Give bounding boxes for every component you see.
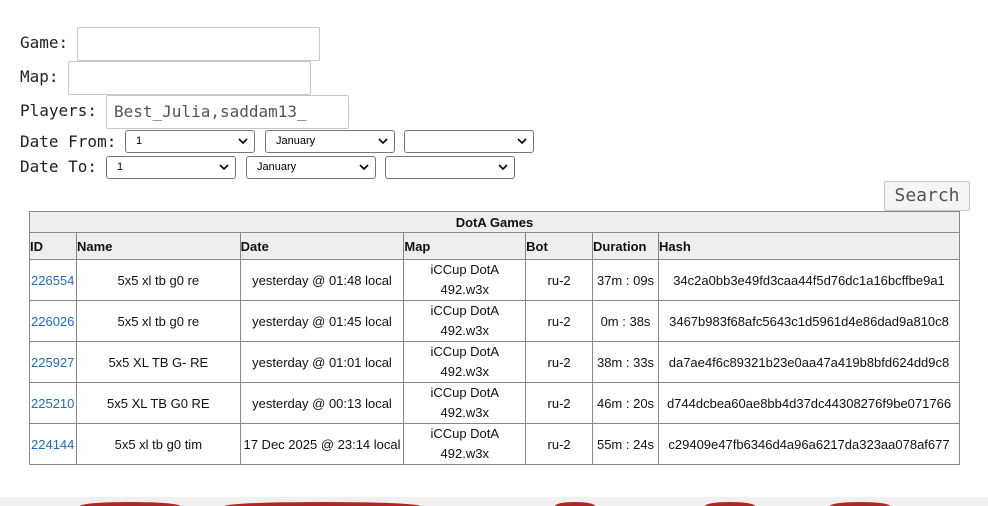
game-date: yesterday @ 00:13 local <box>239 382 405 424</box>
table-row: 226554 5x5 xl tb g0 re yesterday @ 01:48… <box>29 259 960 301</box>
map-input[interactable] <box>68 61 311 95</box>
table-caption: DotA Games <box>29 211 960 233</box>
table-row: 226026 5x5 xl tb g0 re yesterday @ 01:45… <box>29 300 960 342</box>
players-input[interactable]: Best_Julia,saddam13_ <box>106 95 349 129</box>
column-header-name: Name <box>75 232 241 260</box>
search-form: Game: Map: Players: Best_Julia,saddam13_… <box>20 0 988 210</box>
date-from-day-value: 1 <box>136 135 143 147</box>
game-hash: 3467b983f68afc5643c1d5961d4e86dad9a810c8 <box>658 300 960 342</box>
search-button[interactable]: Search <box>884 181 970 211</box>
date-to-label: Date To: <box>20 157 98 176</box>
chevron-down-icon <box>517 138 527 145</box>
game-duration: 38m : 33s <box>592 341 659 383</box>
map-file: 492.w3x <box>440 446 489 461</box>
game-name: 5x5 XL TB G0 RE <box>75 382 241 424</box>
game-date: yesterday @ 01:48 local <box>239 259 405 301</box>
game-duration: 0m : 38s <box>592 300 659 342</box>
game-duration: 55m : 24s <box>592 423 659 465</box>
date-from-month-value: January <box>276 135 316 147</box>
game-name: 5x5 xl tb g0 tim <box>75 423 241 465</box>
map-name: iCCup DotA <box>430 385 500 400</box>
game-name: 5x5 XL TB G- RE <box>75 341 241 383</box>
map-name: iCCup DotA <box>430 426 500 441</box>
chevron-down-icon <box>238 138 248 145</box>
game-map: iCCup DotA 492.w3x <box>403 259 527 301</box>
footer-shape <box>555 502 595 506</box>
game-bot: ru-2 <box>525 259 594 301</box>
column-header-hash: Hash <box>658 232 960 260</box>
game-hash: 34c2a0bb3e49fd3caa44f5d76dc1a16bcffbe9a1 <box>658 259 960 301</box>
column-header-bot: Bot <box>525 232 594 260</box>
table-row: 224144 5x5 xl tb g0 tim 17 Dec 2025 @ 23… <box>29 423 960 465</box>
date-from-label: Date From: <box>20 132 117 151</box>
page-footer-decoration <box>0 497 988 506</box>
date-to-month-select[interactable]: January <box>246 156 376 179</box>
chevron-down-icon <box>219 164 229 171</box>
map-label: Map: <box>20 67 59 86</box>
game-bot: ru-2 <box>525 423 594 465</box>
map-name: iCCup DotA <box>430 344 500 359</box>
date-to-year-select[interactable] <box>385 156 515 179</box>
column-header-date: Date <box>239 232 405 260</box>
date-to-day-value: 1 <box>117 161 124 173</box>
game-bot: ru-2 <box>525 382 594 424</box>
game-input[interactable] <box>77 27 320 61</box>
date-from-year-select[interactable] <box>404 130 534 153</box>
footer-shape <box>705 502 755 506</box>
game-bot: ru-2 <box>525 341 594 383</box>
chevron-down-icon <box>359 164 369 171</box>
column-header-duration: Duration <box>592 232 659 260</box>
map-name: iCCup DotA <box>430 262 500 277</box>
game-duration: 46m : 20s <box>592 382 659 424</box>
game-hash: d744dcbea60ae8bb4d37dc44308276f9be071766 <box>658 382 960 424</box>
games-table: DotA Games ID Name Date Map Bot Duration… <box>29 211 960 465</box>
date-from-day-select[interactable]: 1 <box>125 130 255 153</box>
chevron-down-icon <box>378 138 388 145</box>
game-id-link[interactable]: 225927 <box>31 355 74 370</box>
table-header-row: ID Name Date Map Bot Duration Hash <box>29 232 960 260</box>
game-id-link[interactable]: 226026 <box>31 314 74 329</box>
game-bot: ru-2 <box>525 300 594 342</box>
chevron-down-icon <box>498 164 508 171</box>
game-hash: da7ae4f6c89321b23e0aa47a419b8bfd624dd9c8 <box>658 341 960 383</box>
column-header-id: ID <box>29 232 77 260</box>
game-date: yesterday @ 01:01 local <box>239 341 405 383</box>
game-id-link[interactable]: 224144 <box>31 437 74 452</box>
game-date: yesterday @ 01:45 local <box>239 300 405 342</box>
players-label: Players: <box>20 101 98 120</box>
game-map: iCCup DotA 492.w3x <box>403 341 527 383</box>
game-map: iCCup DotA 492.w3x <box>403 423 527 465</box>
game-id-link[interactable]: 226554 <box>31 273 74 288</box>
map-name: iCCup DotA <box>430 303 500 318</box>
footer-shape <box>830 502 890 506</box>
table-row: 225927 5x5 XL TB G- RE yesterday @ 01:01… <box>29 341 960 383</box>
date-to-month-value: January <box>257 161 297 173</box>
column-header-map: Map <box>403 232 527 260</box>
date-from-month-select[interactable]: January <box>265 130 395 153</box>
game-name: 5x5 xl tb g0 re <box>75 259 241 301</box>
game-hash: c29409e47fb6346d4a96a6217da323aa078af677 <box>658 423 960 465</box>
game-map: iCCup DotA 492.w3x <box>403 382 527 424</box>
date-to-day-select[interactable]: 1 <box>106 156 236 179</box>
game-date: 17 Dec 2025 @ 23:14 local <box>239 423 405 465</box>
footer-shape <box>80 502 180 506</box>
game-duration: 37m : 09s <box>592 259 659 301</box>
footer-shape <box>225 502 420 506</box>
table-caption-row: DotA Games <box>29 211 960 233</box>
game-id-link[interactable]: 225210 <box>31 396 74 411</box>
map-file: 492.w3x <box>440 323 489 338</box>
map-file: 492.w3x <box>440 405 489 420</box>
map-file: 492.w3x <box>440 282 489 297</box>
map-file: 492.w3x <box>440 364 489 379</box>
game-name: 5x5 xl tb g0 re <box>75 300 241 342</box>
game-map: iCCup DotA 492.w3x <box>403 300 527 342</box>
table-row: 225210 5x5 XL TB G0 RE yesterday @ 00:13… <box>29 382 960 424</box>
game-label: Game: <box>20 33 69 52</box>
